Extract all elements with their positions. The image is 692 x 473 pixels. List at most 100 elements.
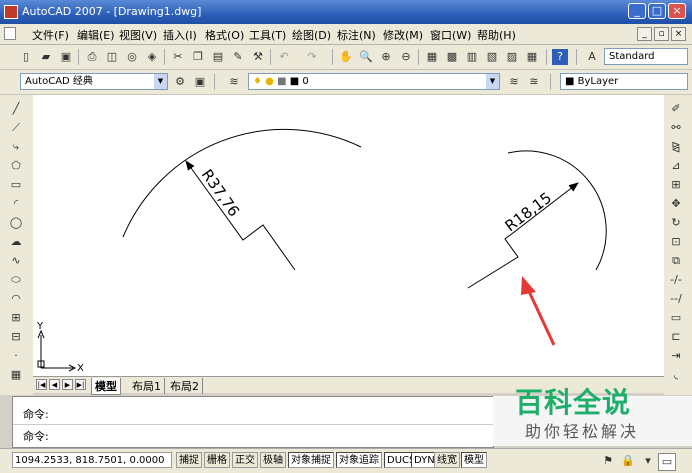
menu-modify[interactable]: 修改(M) — [383, 27, 423, 43]
ortho-toggle[interactable]: 正交 — [232, 452, 258, 468]
autocad-app-icon[interactable] — [4, 5, 18, 19]
layer-previous-icon[interactable]: ≊ — [526, 74, 542, 90]
tab-model[interactable]: 模型 — [91, 378, 121, 395]
save-icon[interactable]: ▣ — [58, 49, 74, 65]
copy-icon[interactable]: ❐ — [190, 49, 206, 65]
markup-icon[interactable]: ▨ — [504, 49, 520, 65]
otrack-toggle[interactable]: 对象追踪 — [336, 452, 382, 468]
make-block-icon[interactable]: ⊟ — [8, 329, 24, 345]
layer-combo[interactable]: ♦ ● ■ ■ 0 ▼ — [248, 73, 500, 90]
new-icon[interactable]: ▯ — [18, 49, 34, 65]
hatch-icon[interactable]: ▦ — [8, 367, 24, 383]
print-icon[interactable]: ⎙ — [84, 49, 100, 65]
design-center-icon[interactable]: ▩ — [444, 49, 460, 65]
zoom-window-icon[interactable]: ⊕ — [378, 49, 394, 65]
command-prompt[interactable]: 命令: — [23, 428, 49, 444]
sheet-set-icon[interactable]: ▧ — [484, 49, 500, 65]
move-icon[interactable]: ✥ — [668, 196, 684, 212]
chamfer-icon[interactable]: ⇥ — [668, 348, 684, 364]
lock-toolbar-icon[interactable]: 🔒 — [620, 453, 636, 469]
communication-center-icon[interactable]: ⚑ — [600, 453, 616, 469]
block-editor-icon[interactable]: ⚒ — [250, 49, 266, 65]
print-preview-icon[interactable]: ◫ — [104, 49, 120, 65]
construction-line-icon[interactable]: ⟋ — [8, 120, 24, 136]
status-menu-arrow-icon[interactable]: ▾ — [640, 453, 656, 469]
menu-draw[interactable]: 绘图(D) — [292, 27, 331, 43]
close-button[interactable]: × — [668, 3, 686, 19]
workspace-settings-icon[interactable]: ⚙ — [172, 74, 188, 90]
color-combo[interactable]: ■ ByLayer — [560, 73, 688, 90]
menu-file[interactable]: 文件(F) — [32, 27, 69, 43]
menu-tools[interactable]: 工具(T) — [249, 27, 286, 43]
tool-palettes-icon[interactable]: ▥ — [464, 49, 480, 65]
publish-icon[interactable]: ◎ — [124, 49, 140, 65]
drawing-canvas[interactable]: R37,76 R18,15 Y X — [33, 95, 664, 378]
join-icon[interactable]: ⊏ — [668, 329, 684, 345]
pan-icon[interactable]: ✋ — [338, 49, 354, 65]
grid-toggle[interactable]: 栅格 — [204, 452, 230, 468]
array-icon[interactable]: ⊞ — [668, 177, 684, 193]
ellipse-icon[interactable]: ⬭ — [8, 272, 24, 288]
menu-dimension[interactable]: 标注(N) — [337, 27, 376, 43]
workspace-combo[interactable]: AutoCAD 经典 ▼ — [20, 73, 168, 90]
rotate-icon[interactable]: ↻ — [668, 215, 684, 231]
zoom-realtime-icon[interactable]: 🔍 — [358, 49, 374, 65]
menu-format[interactable]: 格式(O) — [205, 27, 244, 43]
calculator-icon[interactable]: ▦ — [524, 49, 540, 65]
large-arc[interactable] — [122, 128, 362, 238]
ellipse-arc-icon[interactable]: ◠ — [8, 291, 24, 307]
large-arc-dimension[interactable]: R37,76 — [198, 166, 243, 220]
fillet-icon[interactable]: ◟ — [668, 367, 684, 383]
command-window[interactable]: 命令: 命令: — [12, 396, 494, 448]
match-properties-icon[interactable]: ✎ — [230, 49, 246, 65]
small-arc-leader[interactable] — [467, 182, 579, 289]
last-tab-icon[interactable]: ▶| — [75, 379, 86, 390]
scale-icon[interactable]: ⊡ — [668, 234, 684, 250]
doc-minimize-button[interactable]: _ — [637, 27, 652, 41]
first-tab-icon[interactable]: |◀ — [36, 379, 47, 390]
erase-icon[interactable]: ✐ — [668, 101, 684, 117]
doc-close-button[interactable]: × — [671, 27, 686, 41]
zoom-previous-icon[interactable]: ⊖ — [398, 49, 414, 65]
circle-icon[interactable]: ◯ — [8, 215, 24, 231]
maximize-button[interactable]: □ — [648, 3, 666, 19]
tab-layout2[interactable]: 布局2 — [167, 378, 203, 394]
lineweight-toggle[interactable]: 线宽 — [434, 452, 460, 468]
mirror-icon[interactable]: ⧎ — [668, 139, 684, 155]
osnap-toggle[interactable]: 对象捕捉 — [288, 452, 334, 468]
extend-icon[interactable]: --/ — [668, 291, 684, 307]
make-current-layer-icon[interactable]: ≋ — [506, 74, 522, 90]
doc-restore-button[interactable]: ▫ — [654, 27, 669, 41]
next-tab-icon[interactable]: ▶ — [62, 379, 73, 390]
break-icon[interactable]: ▭ — [668, 310, 684, 326]
text-style-icon[interactable]: A — [584, 49, 600, 65]
document-icon[interactable] — [4, 27, 16, 40]
revision-cloud-icon[interactable]: ☁ — [8, 234, 24, 250]
layer-manager-icon[interactable]: ≋ — [226, 74, 242, 90]
model-toggle[interactable]: 模型 — [461, 452, 487, 468]
minimize-button[interactable]: _ — [628, 3, 646, 19]
rectangle-icon[interactable]: ▭ — [8, 177, 24, 193]
polyline-icon[interactable]: ⤷ — [8, 139, 24, 155]
menu-window[interactable]: 窗口(W) — [430, 27, 471, 43]
menu-view[interactable]: 视图(V) — [119, 27, 157, 43]
my-workspace-icon[interactable]: ▣ — [192, 74, 208, 90]
insert-block-icon[interactable]: ⊞ — [8, 310, 24, 326]
menu-help[interactable]: 帮助(H) — [477, 27, 516, 43]
clean-screen-icon[interactable]: ▭ — [658, 453, 676, 471]
undo-icon[interactable]: ↶ — [276, 49, 292, 65]
coordinate-readout[interactable]: 1094.2533, 818.7501, 0.0000 — [12, 452, 172, 468]
spline-icon[interactable]: ∿ — [8, 253, 24, 269]
paste-icon[interactable]: ▤ — [210, 49, 226, 65]
menu-edit[interactable]: 编辑(E) — [77, 27, 115, 43]
menu-insert[interactable]: 插入(I) — [163, 27, 197, 43]
small-arc-dimension[interactable]: R18,15 — [502, 189, 555, 235]
properties-icon[interactable]: ▦ — [424, 49, 440, 65]
tab-layout1[interactable]: 布局1 — [129, 378, 165, 394]
3d-dwf-icon[interactable]: ◈ — [144, 49, 160, 65]
text-style-combo[interactable]: Standard — [604, 48, 688, 65]
point-icon[interactable]: · — [8, 348, 24, 364]
prev-tab-icon[interactable]: ◀ — [49, 379, 60, 390]
offset-icon[interactable]: ⊿ — [668, 158, 684, 174]
line-icon[interactable]: ╱ — [8, 101, 24, 117]
